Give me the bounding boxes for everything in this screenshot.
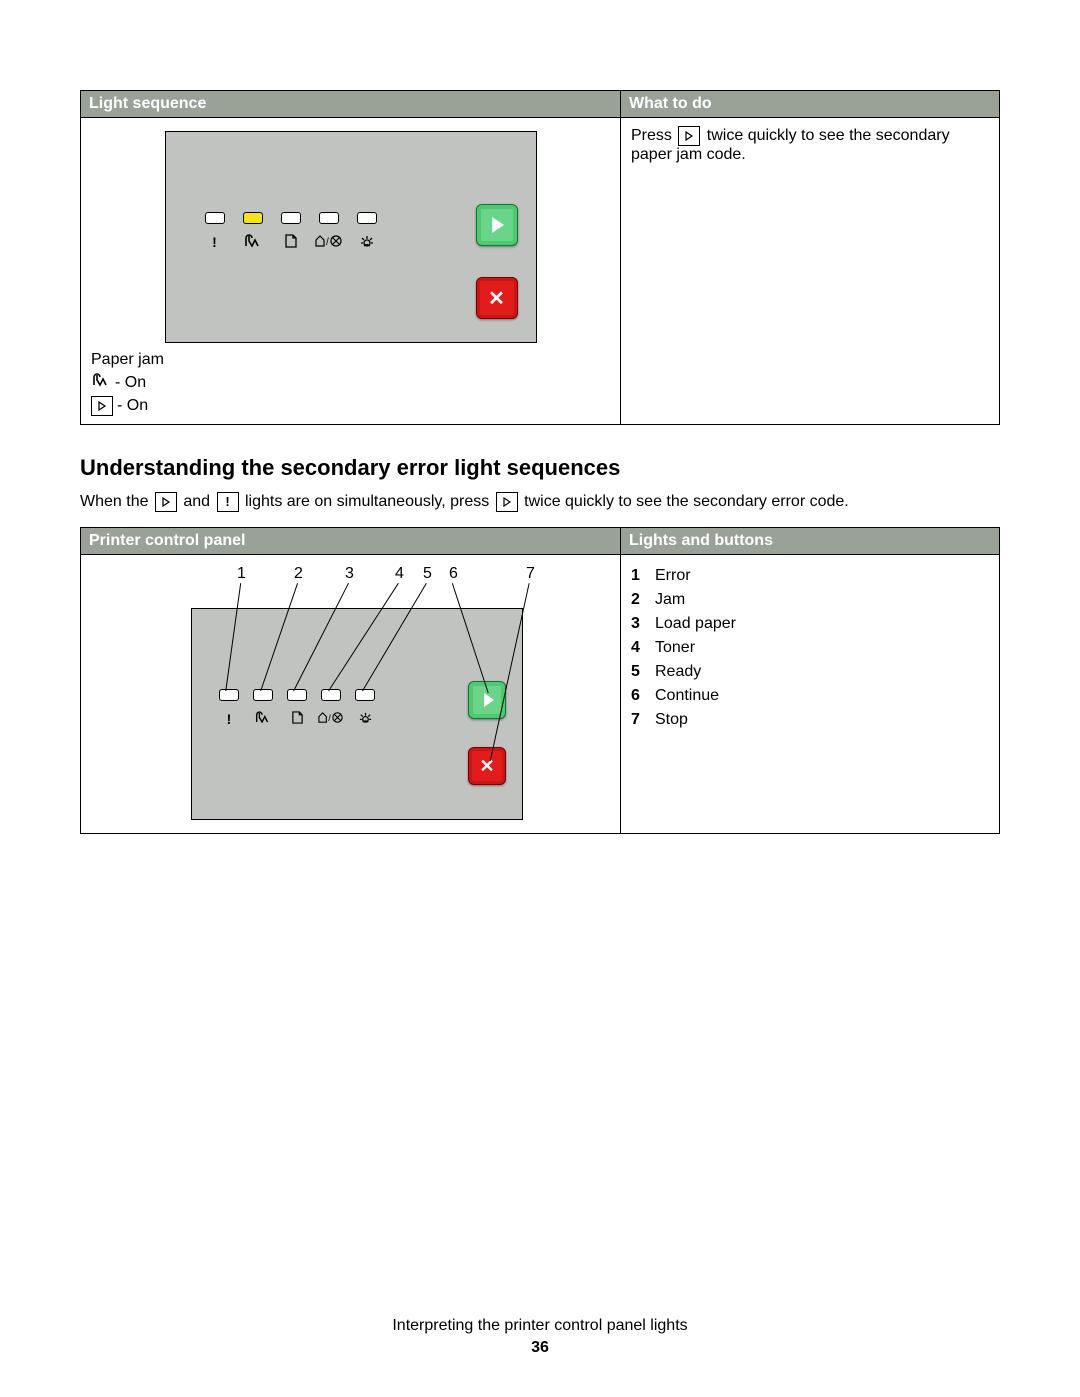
cell-printer-panel: 1 2 3 4 5 6 7 ! bbox=[81, 555, 621, 834]
ready-icon bbox=[348, 711, 382, 727]
jam-icon bbox=[234, 234, 272, 250]
continue-button[interactable] bbox=[468, 681, 506, 719]
printer-panel-diagram: ! bbox=[165, 131, 537, 343]
error-icon: ! bbox=[212, 711, 246, 727]
jam-icon bbox=[91, 373, 111, 392]
continue-icon bbox=[496, 492, 518, 512]
jam-icon bbox=[246, 711, 280, 727]
col-header-lights-buttons: Lights and buttons bbox=[621, 528, 1000, 555]
page-number: 36 bbox=[0, 1339, 1080, 1357]
toner-icon: / bbox=[310, 234, 348, 250]
document-page: Light sequence What to do ! bbox=[0, 0, 1080, 1397]
led-paper bbox=[272, 212, 310, 250]
legend-jam-on: - On bbox=[91, 373, 610, 392]
svg-text:/: / bbox=[328, 714, 331, 724]
cell-light-sequence: ! bbox=[81, 118, 621, 425]
stop-button[interactable]: ✕ bbox=[468, 747, 506, 785]
continue-icon bbox=[678, 126, 700, 146]
error-icon: ! bbox=[217, 492, 239, 512]
paper-icon bbox=[272, 234, 310, 250]
legend-continue-on: - On bbox=[91, 396, 610, 416]
ready-icon bbox=[348, 234, 386, 250]
error-icon: ! bbox=[196, 234, 234, 250]
section-body: When the and ! lights are on simultaneou… bbox=[80, 491, 1000, 513]
printer-panel-diagram-2: ! bbox=[191, 608, 523, 820]
col-header-what-to-do: What to do bbox=[621, 91, 1000, 118]
footer-title: Interpreting the printer control panel l… bbox=[0, 1317, 1080, 1335]
light-sequence-table: Light sequence What to do ! bbox=[80, 90, 1000, 425]
led-paper bbox=[280, 689, 314, 727]
svg-text:/: / bbox=[326, 237, 329, 248]
led-ready bbox=[348, 212, 386, 250]
continue-button[interactable] bbox=[476, 204, 518, 246]
led-error: ! bbox=[196, 212, 234, 250]
legend-list: Error Jam Load paper Toner Ready Continu… bbox=[631, 567, 989, 729]
led-toner: / bbox=[310, 212, 348, 250]
led-jam bbox=[246, 689, 280, 727]
col-header-light-sequence: Light sequence bbox=[81, 91, 621, 118]
sequence-caption: Paper jam bbox=[91, 351, 610, 369]
section-heading: Understanding the secondary error light … bbox=[80, 455, 1000, 481]
continue-icon bbox=[155, 492, 177, 512]
cell-what-to-do: Press twice quickly to see the secondary… bbox=[621, 118, 1000, 425]
legend-item: Continue bbox=[631, 687, 989, 705]
legend-item: Stop bbox=[631, 711, 989, 729]
legend-item: Jam bbox=[631, 591, 989, 609]
control-panel-table: Printer control panel Lights and buttons… bbox=[80, 527, 1000, 834]
col-header-printer-panel: Printer control panel bbox=[81, 528, 621, 555]
led-error: ! bbox=[212, 689, 246, 727]
continue-icon bbox=[91, 396, 113, 416]
paper-icon bbox=[280, 711, 314, 727]
led-ready bbox=[348, 689, 382, 727]
legend-item: Ready bbox=[631, 663, 989, 681]
legend-item: Error bbox=[631, 567, 989, 585]
led-toner: / bbox=[314, 689, 348, 727]
cell-lights-buttons: Error Jam Load paper Toner Ready Continu… bbox=[621, 555, 1000, 834]
toner-icon: / bbox=[314, 711, 348, 727]
led-jam bbox=[234, 212, 272, 250]
legend-item: Load paper bbox=[631, 615, 989, 633]
stop-button[interactable]: ✕ bbox=[476, 277, 518, 319]
legend-item: Toner bbox=[631, 639, 989, 657]
page-footer: Interpreting the printer control panel l… bbox=[0, 1317, 1080, 1357]
